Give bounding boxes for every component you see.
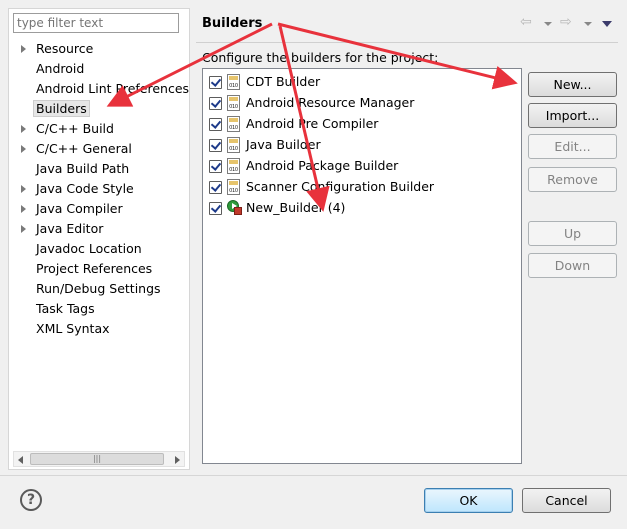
builder-checkbox[interactable] (209, 160, 222, 173)
nav-item-label: Resource (36, 41, 94, 56)
nav-item-java-editor[interactable]: Java Editor (9, 219, 189, 239)
builder-label: Android Package Builder (246, 158, 399, 173)
expand-arrow-icon[interactable] (21, 225, 26, 233)
scroll-left-icon[interactable] (18, 456, 23, 464)
builder-checkbox[interactable] (209, 97, 222, 110)
nav-item-label: Project References (36, 261, 153, 276)
nav-item-label: Java Code Style (36, 181, 134, 196)
nav-item-label: Java Compiler (36, 201, 123, 216)
filter-input[interactable] (13, 13, 179, 33)
help-icon[interactable]: ? (20, 489, 42, 511)
nav-item-label: Java Build Path (36, 161, 130, 176)
nav-item-xml-syntax[interactable]: XML Syntax (9, 319, 189, 339)
back-arrow-icon[interactable]: ⇦ (520, 14, 532, 30)
builder-checkbox[interactable] (209, 202, 222, 215)
nav-item-label: C/C++ Build (36, 121, 114, 136)
back-dropdown-icon[interactable] (544, 22, 552, 26)
builder-label: CDT Builder (246, 74, 321, 89)
nav-item-builders[interactable]: Builders (9, 99, 189, 119)
nav-item-label: Android Lint Preferences (36, 81, 190, 96)
nav-item-java-compiler[interactable]: Java Compiler (9, 199, 189, 219)
forward-dropdown-icon[interactable] (584, 22, 592, 26)
horizontal-scrollbar[interactable]: ||| (13, 451, 185, 467)
nav-item-project-references[interactable]: Project References (9, 259, 189, 279)
scroll-right-icon[interactable] (175, 456, 180, 464)
nav-item-label: Task Tags (36, 301, 95, 316)
expand-arrow-icon[interactable] (21, 45, 26, 53)
edit-button[interactable]: Edit... (528, 134, 617, 159)
footer-divider (0, 475, 627, 476)
nav-item-label: Builders (33, 100, 90, 117)
builder-label: Android Pre Compiler (246, 116, 379, 131)
external-tool-icon (227, 200, 242, 215)
nav-item-task-tags[interactable]: Task Tags (9, 299, 189, 319)
builder-checkbox[interactable] (209, 76, 222, 89)
builder-checkbox[interactable] (209, 118, 222, 131)
nav-item-label: Android (36, 61, 85, 76)
nav-item-label: Javadoc Location (36, 241, 142, 256)
nav-item-cpp-general[interactable]: C/C++ General (9, 139, 189, 159)
builder-label: New_Builder (4) (246, 200, 346, 215)
nav-item-label: XML Syntax (36, 321, 110, 336)
builder-file-icon (227, 179, 240, 195)
nav-tree: Resource Android Android Lint Preference… (9, 39, 189, 339)
expand-arrow-icon[interactable] (21, 125, 26, 133)
builder-label: Android Resource Manager (246, 95, 415, 110)
forward-arrow-icon[interactable]: ⇨ (560, 14, 572, 30)
nav-item-android[interactable]: Android (9, 59, 189, 79)
builder-checkbox[interactable] (209, 139, 222, 152)
page-description: Configure the builders for the project: (202, 50, 439, 65)
builders-list: CDT Builder Android Resource Manager And… (202, 68, 522, 464)
nav-item-android-lint-preferences[interactable]: Android Lint Preferences (9, 79, 189, 99)
nav-item-resource[interactable]: Resource (9, 39, 189, 59)
nav-item-label: Java Editor (36, 221, 104, 236)
down-button[interactable]: Down (528, 253, 617, 278)
scrollbar-thumb[interactable]: ||| (30, 453, 164, 465)
expand-arrow-icon[interactable] (21, 185, 26, 193)
ok-button[interactable]: OK (424, 488, 513, 513)
import-button[interactable]: Import... (528, 103, 617, 128)
builder-label: Scanner Configuration Builder (246, 179, 435, 194)
nav-item-run-debug-settings[interactable]: Run/Debug Settings (9, 279, 189, 299)
nav-item-javadoc-location[interactable]: Javadoc Location (9, 239, 189, 259)
cancel-button[interactable]: Cancel (522, 488, 611, 513)
builder-checkbox[interactable] (209, 181, 222, 194)
page-title: Builders (202, 16, 263, 31)
builder-label: Java Builder (246, 137, 321, 152)
navigation-panel: Resource Android Android Lint Preference… (8, 8, 190, 470)
expand-arrow-icon[interactable] (21, 205, 26, 213)
up-button[interactable]: Up (528, 221, 617, 246)
builder-file-icon (227, 158, 240, 174)
builder-file-icon (227, 137, 240, 153)
nav-item-java-code-style[interactable]: Java Code Style (9, 179, 189, 199)
builder-file-icon (227, 95, 240, 111)
builder-file-icon (227, 116, 240, 132)
remove-button[interactable]: Remove (528, 167, 617, 192)
nav-item-label: Run/Debug Settings (36, 281, 161, 296)
view-menu-icon[interactable] (602, 21, 612, 27)
history-navigation: ⇦ ⇨ (518, 14, 618, 34)
expand-arrow-icon[interactable] (21, 145, 26, 153)
nav-item-cpp-build[interactable]: C/C++ Build (9, 119, 189, 139)
nav-item-java-build-path[interactable]: Java Build Path (9, 159, 189, 179)
nav-item-label: C/C++ General (36, 141, 132, 156)
new-button[interactable]: New... (528, 72, 617, 97)
header-divider (196, 42, 618, 43)
builder-file-icon (227, 74, 240, 90)
